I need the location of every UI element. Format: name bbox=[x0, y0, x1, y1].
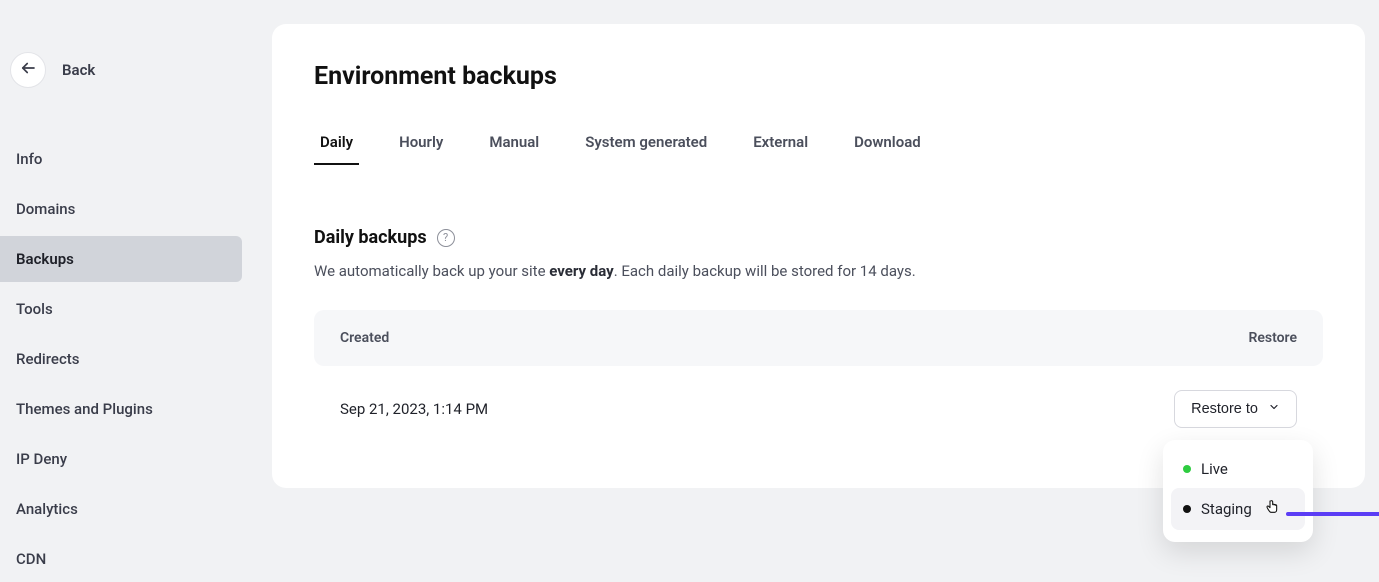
sidebar-nav: Info Domains Backups Tools Redirects The… bbox=[0, 136, 248, 582]
table-header: Created Restore bbox=[314, 310, 1323, 366]
dropdown-item-label: Live bbox=[1201, 460, 1228, 478]
sidebar-item-label: Themes and Plugins bbox=[16, 400, 153, 418]
sidebar-item-label: Backups bbox=[16, 250, 74, 268]
backup-tabs: Daily Hourly Manual System generated Ext… bbox=[314, 127, 1323, 165]
sidebar-item-label: Domains bbox=[16, 200, 75, 218]
sidebar-item-label: Info bbox=[16, 150, 42, 168]
desc-suffix: . Each daily backup will be stored for 1… bbox=[614, 262, 916, 280]
restore-dropdown: Live Staging bbox=[1163, 440, 1313, 542]
section-description: We automatically back up your site every… bbox=[314, 262, 1323, 280]
sidebar-item-redirects[interactable]: Redirects bbox=[0, 336, 242, 382]
help-icon[interactable]: ? bbox=[437, 229, 455, 247]
tab-label: External bbox=[753, 133, 808, 151]
main-content: Environment backups Daily Hourly Manual … bbox=[248, 0, 1379, 555]
sidebar-item-label: IP Deny bbox=[16, 450, 67, 468]
dropdown-item-live[interactable]: Live bbox=[1171, 450, 1305, 488]
sidebar-item-backups[interactable]: Backups bbox=[0, 236, 242, 282]
back-nav[interactable]: Back bbox=[0, 52, 248, 88]
content-card: Environment backups Daily Hourly Manual … bbox=[272, 24, 1365, 488]
tab-label: Download bbox=[854, 133, 921, 151]
status-dot-icon bbox=[1183, 465, 1191, 473]
back-button[interactable] bbox=[10, 52, 46, 88]
arrow-left-icon bbox=[19, 59, 37, 81]
restore-to-button[interactable]: Restore to bbox=[1174, 390, 1297, 428]
dropdown-item-label: Staging bbox=[1201, 500, 1252, 518]
backups-table: Created Restore Sep 21, 2023, 1:14 PM Re… bbox=[314, 310, 1323, 428]
tab-manual[interactable]: Manual bbox=[483, 127, 545, 165]
sidebar-item-tools[interactable]: Tools bbox=[0, 286, 242, 332]
tab-system-generated[interactable]: System generated bbox=[579, 127, 713, 165]
sidebar-item-ip-deny[interactable]: IP Deny bbox=[0, 436, 242, 482]
table-row: Sep 21, 2023, 1:14 PM Restore to bbox=[314, 366, 1323, 428]
tab-label: Manual bbox=[489, 133, 539, 151]
cell-created: Sep 21, 2023, 1:14 PM bbox=[340, 400, 488, 418]
sidebar-item-info[interactable]: Info bbox=[0, 136, 242, 182]
back-label[interactable]: Back bbox=[62, 61, 95, 79]
sidebar-item-label: Redirects bbox=[16, 350, 80, 368]
tab-label: System generated bbox=[585, 133, 707, 151]
tab-hourly[interactable]: Hourly bbox=[393, 127, 449, 165]
cursor-pointer-icon bbox=[1264, 498, 1280, 520]
tab-label: Hourly bbox=[399, 133, 443, 151]
sidebar-item-label: Analytics bbox=[16, 500, 78, 518]
desc-bold: every day bbox=[549, 262, 613, 280]
section-header: Daily backups ? bbox=[314, 227, 1323, 248]
desc-prefix: We automatically back up your site bbox=[314, 262, 549, 280]
sidebar-item-label: CDN bbox=[16, 550, 46, 568]
chevron-down-icon bbox=[1268, 401, 1280, 417]
sidebar-item-themes-plugins[interactable]: Themes and Plugins bbox=[0, 386, 242, 432]
sidebar-item-cdn[interactable]: CDN bbox=[0, 536, 242, 582]
sidebar-item-label: Tools bbox=[16, 300, 53, 318]
section-title: Daily backups bbox=[314, 227, 427, 248]
col-header-created: Created bbox=[340, 330, 389, 346]
tab-external[interactable]: External bbox=[747, 127, 814, 165]
tab-label: Daily bbox=[320, 133, 353, 151]
restore-to-label: Restore to bbox=[1191, 401, 1258, 417]
tab-daily[interactable]: Daily bbox=[314, 127, 359, 165]
sidebar-item-domains[interactable]: Domains bbox=[0, 186, 242, 232]
col-header-restore: Restore bbox=[1248, 330, 1297, 346]
page-title: Environment backups bbox=[314, 62, 1323, 91]
sidebar-item-analytics[interactable]: Analytics bbox=[0, 486, 242, 532]
tab-download[interactable]: Download bbox=[848, 127, 927, 165]
sidebar: Back Info Domains Backups Tools Redirect… bbox=[0, 0, 248, 555]
dropdown-item-staging[interactable]: Staging bbox=[1171, 488, 1305, 530]
status-dot-icon bbox=[1183, 505, 1191, 513]
